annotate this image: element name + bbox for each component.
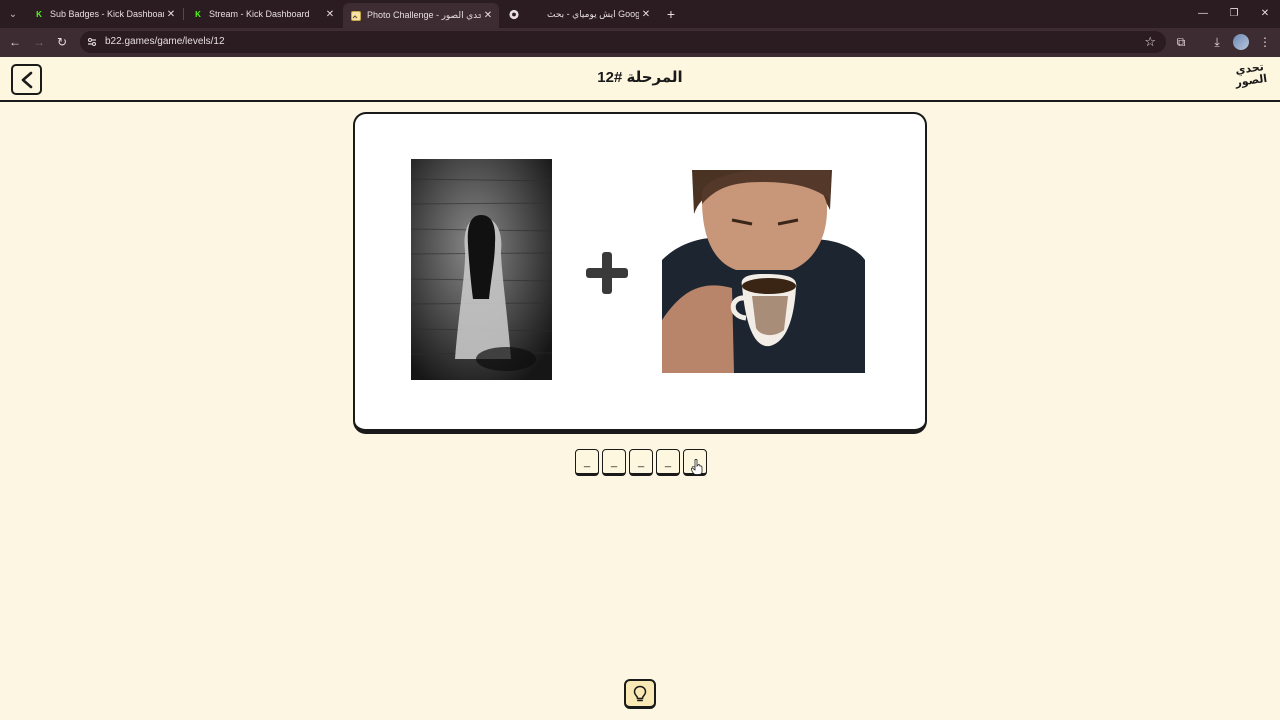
browser-tab-bar: ⌄ K Sub Badges - Kick Dashboard ✕ K Stre… xyxy=(0,0,1280,28)
photo-challenge-icon xyxy=(351,10,361,21)
ghost-girl-image xyxy=(411,159,552,380)
tab-separator xyxy=(183,8,184,20)
restore-icon[interactable]: ❐ xyxy=(1219,3,1249,23)
close-icon[interactable]: ✕ xyxy=(639,7,653,21)
tab-title: Photo Challenge - تحدي الصور xyxy=(367,10,481,20)
tab-photo-challenge[interactable]: Photo Challenge - تحدي الصور ✕ xyxy=(343,3,499,28)
forward-arrow-icon[interactable]: → xyxy=(30,33,48,51)
tab-search-chevron-icon[interactable]: ⌄ xyxy=(4,5,22,23)
browser-toolbar: ← → ↻ b22.games/game/levels/12 ☆ ⧉ ⤓ ⋮ xyxy=(0,28,1280,57)
answer-slots: _ _ _ _ _ xyxy=(575,449,707,476)
answer-slot[interactable]: _ xyxy=(575,449,599,476)
tab-title: Sub Badges - Kick Dashboard xyxy=(50,9,164,19)
man-drinking-coffee-image xyxy=(662,170,865,373)
tab-title: ايش يومياي - بحث Google xyxy=(547,8,639,19)
lightbulb-icon xyxy=(633,685,647,701)
close-icon[interactable]: ✕ xyxy=(323,7,337,21)
tab-stream[interactable]: K Stream - Kick Dashboard ✕ xyxy=(185,3,341,25)
level-title: المرحلة #12 xyxy=(597,69,683,86)
kick-icon: K xyxy=(36,9,42,19)
close-icon[interactable]: ✕ xyxy=(164,7,178,21)
profile-avatar[interactable] xyxy=(1233,34,1249,50)
tab-google-search[interactable]: ايش يومياي - بحث Google ✕ xyxy=(533,3,657,25)
back-arrow-icon[interactable]: ← xyxy=(6,33,24,51)
address-bar[interactable]: b22.games/game/levels/12 ☆ xyxy=(80,31,1166,53)
chrome-icon xyxy=(509,9,519,19)
game-logo: تحدي الصور xyxy=(1234,61,1268,90)
back-button[interactable] xyxy=(11,64,42,95)
answer-slot[interactable]: _ xyxy=(656,449,680,476)
extensions-icon[interactable]: ⧉ xyxy=(1172,33,1190,51)
minimize-icon[interactable]: — xyxy=(1188,3,1218,23)
answer-slot[interactable]: _ xyxy=(629,449,653,476)
chevron-left-icon xyxy=(21,71,32,88)
kick-icon: K xyxy=(195,9,201,19)
hint-button[interactable] xyxy=(624,679,656,709)
puzzle-card xyxy=(353,112,927,434)
more-menu-icon[interactable]: ⋮ xyxy=(1256,33,1274,51)
window-close-icon[interactable]: ✕ xyxy=(1250,3,1280,23)
hand-cursor-icon xyxy=(691,459,703,475)
tab-new-page[interactable] xyxy=(501,3,531,25)
url-text: b22.games/game/levels/12 xyxy=(105,36,225,47)
page-header: المرحلة #12 تحدي الصور xyxy=(0,57,1280,102)
download-icon[interactable]: ⤓ xyxy=(1208,33,1226,51)
new-tab-plus-icon[interactable]: + xyxy=(662,5,680,23)
close-icon[interactable]: ✕ xyxy=(481,9,495,23)
plus-icon xyxy=(586,252,628,294)
tab-sub-badges[interactable]: K Sub Badges - Kick Dashboard ✕ xyxy=(26,3,182,25)
reload-icon[interactable]: ↻ xyxy=(53,33,71,51)
answer-slot[interactable]: _ xyxy=(602,449,626,476)
site-info-icon[interactable] xyxy=(86,36,98,48)
bookmark-star-icon[interactable]: ☆ xyxy=(1144,34,1156,50)
tab-title: Stream - Kick Dashboard xyxy=(209,9,310,19)
